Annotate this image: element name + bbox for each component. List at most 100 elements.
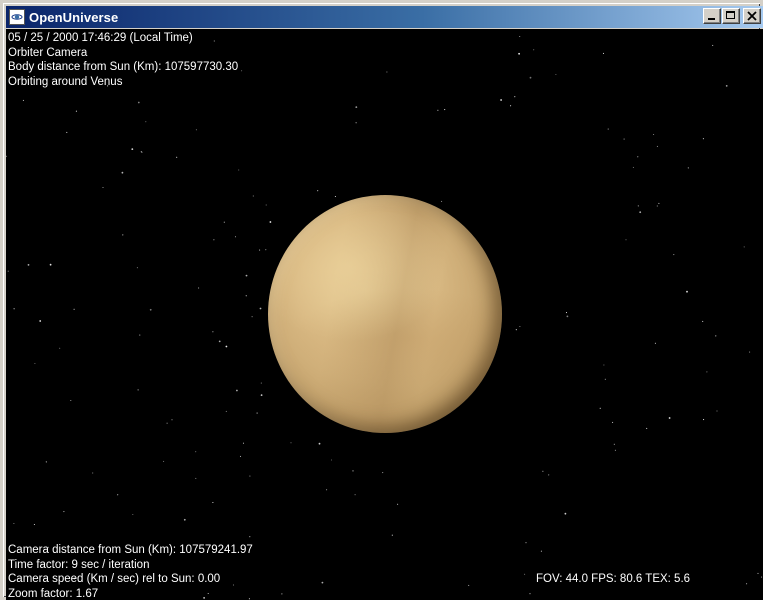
star xyxy=(500,99,502,101)
hud-render-stats: FOV: 44.0 FPS: 80.6 TEX: 5.6 xyxy=(536,573,691,585)
star xyxy=(518,52,520,55)
star xyxy=(238,169,240,171)
star xyxy=(75,110,77,112)
star xyxy=(602,52,605,54)
star xyxy=(632,166,634,168)
star xyxy=(195,129,197,131)
star xyxy=(757,572,759,574)
window-title: OpenUniverse xyxy=(29,9,119,25)
star xyxy=(317,190,319,192)
star xyxy=(321,581,324,584)
star xyxy=(141,151,143,153)
window-controls xyxy=(702,8,761,24)
star xyxy=(613,443,615,445)
star xyxy=(524,573,526,575)
star xyxy=(212,501,214,504)
star xyxy=(646,427,648,429)
star xyxy=(760,576,763,578)
star xyxy=(260,394,263,396)
star xyxy=(195,451,197,453)
star xyxy=(102,186,104,189)
star xyxy=(555,73,557,76)
star xyxy=(234,236,237,238)
star xyxy=(122,234,124,236)
star xyxy=(183,518,186,521)
hud-top-left: 05 / 25 / 2000 17:46:29 (Local Time) Orb… xyxy=(8,31,238,89)
star xyxy=(397,503,399,505)
star xyxy=(686,290,688,293)
star xyxy=(212,331,214,333)
minimize-button[interactable] xyxy=(703,8,721,24)
star xyxy=(599,407,601,409)
star xyxy=(33,523,35,526)
star xyxy=(149,308,152,311)
star xyxy=(218,340,221,343)
star xyxy=(260,382,262,384)
star xyxy=(603,364,605,366)
star xyxy=(673,254,675,256)
star xyxy=(743,246,745,248)
star xyxy=(639,211,642,214)
star xyxy=(612,421,614,423)
star xyxy=(256,412,258,414)
star xyxy=(540,550,542,552)
star xyxy=(166,422,168,424)
star xyxy=(137,101,140,104)
star xyxy=(637,156,639,158)
star xyxy=(223,221,225,223)
star xyxy=(132,513,134,516)
star xyxy=(318,442,321,445)
star xyxy=(386,71,388,73)
star xyxy=(510,105,512,107)
star xyxy=(354,494,356,496)
star xyxy=(548,474,550,476)
star xyxy=(525,542,527,544)
star xyxy=(542,470,544,472)
star xyxy=(6,155,8,157)
star xyxy=(382,472,384,474)
hud-time-factor: Time factor: 9 sec / iteration xyxy=(8,558,150,571)
maximize-button[interactable] xyxy=(722,8,740,24)
star xyxy=(656,145,658,147)
star xyxy=(251,316,253,318)
star xyxy=(529,593,531,595)
star xyxy=(252,195,254,197)
star xyxy=(725,85,728,87)
openuniverse-app-icon[interactable] xyxy=(9,9,25,25)
star xyxy=(249,536,251,538)
star xyxy=(441,200,443,202)
star xyxy=(117,494,119,496)
hud-camera-speed: Camera speed (Km / sec) rel to Sun: 0.00 xyxy=(8,573,221,586)
close-button[interactable] xyxy=(743,8,761,24)
star xyxy=(607,128,609,130)
star xyxy=(746,583,748,585)
star xyxy=(564,512,567,515)
star xyxy=(654,342,656,344)
star xyxy=(145,121,147,123)
title-bar[interactable]: OpenUniverse xyxy=(6,6,763,28)
hud-date-time: 05 / 25 / 2000 17:46:29 (Local Time) xyxy=(8,32,193,44)
star xyxy=(198,287,200,289)
star xyxy=(136,267,138,269)
hud-zoom-factor: Zoom factor: 1.67 xyxy=(8,587,99,600)
star xyxy=(121,171,124,174)
star xyxy=(242,442,245,444)
star xyxy=(239,455,242,457)
hud-body-distance: Body distance from Sun (Km): 107597730.3… xyxy=(8,61,239,74)
star xyxy=(604,378,606,380)
star xyxy=(703,419,705,421)
star xyxy=(712,44,714,46)
star xyxy=(444,109,446,111)
star xyxy=(355,106,358,108)
app-window: OpenUniverse 05 / 25 / 2000 17:46:29 (Lo… xyxy=(0,0,763,600)
star xyxy=(265,204,267,206)
star xyxy=(236,389,238,392)
star xyxy=(533,49,535,51)
render-viewport[interactable]: 05 / 25 / 2000 17:46:29 (Local Time) Orb… xyxy=(6,29,763,600)
star xyxy=(245,295,247,297)
star xyxy=(355,122,357,124)
star xyxy=(265,249,267,251)
star xyxy=(163,460,165,462)
star xyxy=(213,239,215,241)
star xyxy=(245,274,248,277)
